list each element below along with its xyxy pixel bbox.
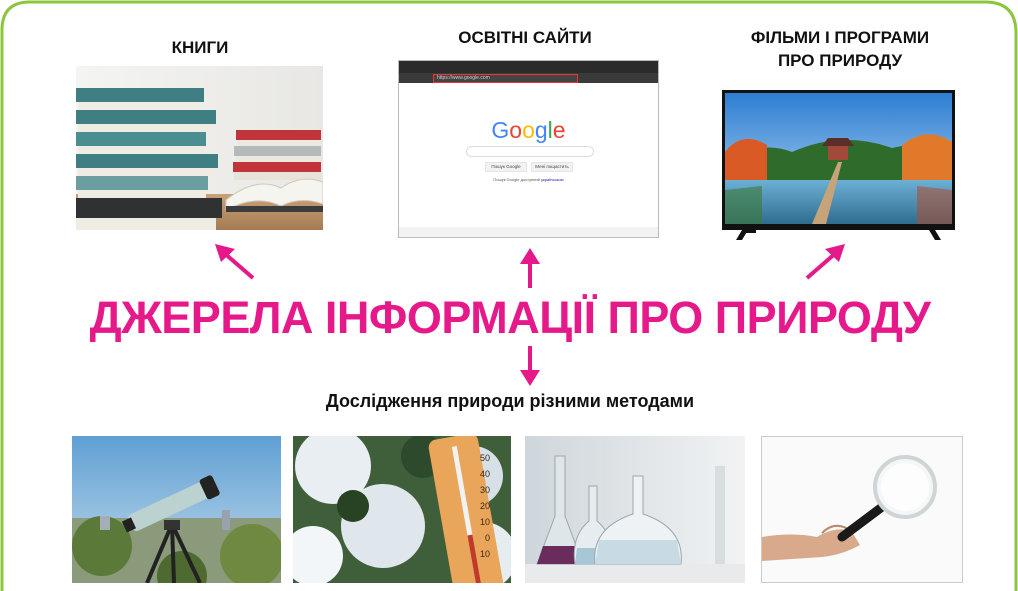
- thermometer-tick: 40: [479, 469, 490, 479]
- thermometer-tick: 0: [484, 533, 490, 543]
- methods-subtitle: Дослідження природи різними методами: [325, 391, 695, 411]
- thermometer-tick: 20: [479, 501, 490, 511]
- tv-photo: [722, 90, 955, 240]
- google-search-box: [466, 146, 594, 157]
- language-link: українською: [540, 177, 564, 182]
- thermometer-tick: 10: [479, 517, 490, 527]
- arrow-to-films: [805, 244, 845, 280]
- google-logo: Google: [491, 117, 566, 143]
- thermometer-tick: 30: [479, 485, 490, 495]
- google-lucky-button: Мені пощастить: [531, 162, 573, 172]
- google-search-button: Пошук Google: [485, 162, 527, 172]
- magnifier-photo: [761, 436, 963, 583]
- films-label-line1: ФІЛЬМИ І ПРОГРАМИ: [750, 28, 930, 47]
- arrow-to-books: [215, 244, 255, 280]
- lab-flasks-photo: [525, 436, 745, 583]
- url-field: https://www.google.com: [433, 74, 578, 83]
- language-line-text: Пошук Google доступний: [493, 177, 540, 182]
- browser-footer: [399, 227, 658, 237]
- arrow-to-websites: [520, 248, 540, 288]
- browser-titlebar: [399, 61, 658, 73]
- thermometer-scale: 50 40 30 20 10 0 10: [470, 450, 490, 562]
- google-language-line: Пошук Google доступний українською: [399, 177, 658, 182]
- telescope-photo: [72, 436, 281, 583]
- thermometer-tick: 10: [479, 549, 490, 559]
- browser-addressbar: https://www.google.com: [399, 73, 658, 83]
- thermometer-photo: 50 40 30 20 10 0 10: [293, 436, 511, 583]
- browser-screenshot: https://www.google.com Google Пошук Goog…: [398, 60, 659, 238]
- websites-label: ОСВІТНІ САЙТИ: [458, 28, 592, 47]
- books-photo: [76, 66, 323, 230]
- main-title: ДЖЕРЕЛА ІНФОРМАЦІЇ ПРО ПРИРОДУ: [89, 292, 931, 343]
- arrow-to-methods: [520, 346, 540, 386]
- books-label: КНИГИ: [171, 38, 229, 57]
- thermometer-tick: 50: [479, 453, 490, 463]
- films-label-line2: ПРО ПРИРОДУ: [777, 51, 903, 70]
